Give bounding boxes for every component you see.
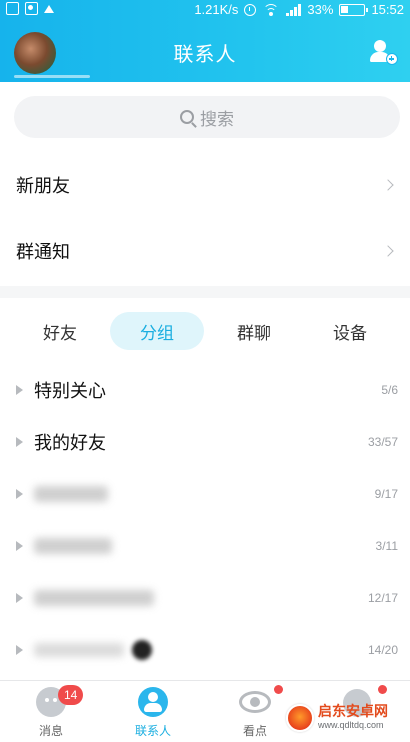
group-name-redacted [34,590,154,606]
group-name-redacted [34,486,108,502]
watermark-logo-icon [286,704,314,732]
tab-contacts[interactable]: 联系人 [102,681,204,742]
expand-arrow-icon [16,437,23,447]
avatar-underline [14,75,90,78]
contacts-list: 好友 分组 群聊 设备 特别关心 5/6 我的好友 33/57 9/17 3/1… [0,298,410,680]
group-count: 9/17 [374,487,398,501]
group-name-redacted [34,643,124,657]
notification-icon-2 [25,2,38,15]
watermark-en: www.qdltdq.com [318,719,384,730]
new-friends-row[interactable]: 新朋友 [0,152,410,218]
top-bar: 1.21K/s 33% 15:52 联系人 [0,0,410,82]
status-bar: 1.21K/s 33% 15:52 [0,0,410,20]
upload-icon [44,5,54,13]
group-row[interactable]: 特别关心 5/6 [0,364,410,416]
search-placeholder: 搜索 [200,109,234,130]
status-left [6,2,54,15]
eye-icon [239,691,271,713]
battery-icon [339,3,369,16]
chevron-right-icon [382,179,394,191]
top-section: 搜索 新朋友 群通知 [0,82,410,286]
unread-badge: 14 [58,685,84,705]
group-count: 12/17 [367,591,398,605]
alarm-icon [244,3,257,16]
tab-messages[interactable]: 14 消息 [0,681,102,742]
tab-label: 联系人 [134,724,171,738]
chevron-right-icon [382,245,394,257]
notification-dot [378,685,387,694]
expand-arrow-icon [16,489,23,499]
tab-group-chats[interactable]: 群聊 [208,312,300,350]
group-count: 14/20 [367,643,398,657]
wifi-icon [262,3,280,16]
search-input[interactable]: 搜索 [14,96,400,138]
row-label: 新朋友 [16,176,70,197]
group-row[interactable]: 9/17 [0,468,410,520]
group-count: 33/57 [367,435,398,449]
contacts-icon [138,687,168,717]
page-title: 联系人 [173,42,237,66]
watermark: 启东安卓网 www.qdltdq.com [286,700,406,736]
group-row[interactable]: 3/11 [0,520,410,572]
tab-groups[interactable]: 分组 [110,312,204,350]
notification-dot [274,685,283,694]
group-notice-row[interactable]: 群通知 [0,218,410,284]
group-count: 3/11 [375,539,398,553]
expand-arrow-icon [16,645,23,655]
add-contact-icon[interactable] [370,40,398,65]
notification-icon [6,2,19,15]
group-row[interactable]: 12/17 [0,572,410,624]
expand-arrow-icon [16,593,23,603]
battery-percent: 33% [307,2,334,17]
emoji-icon [132,640,152,660]
network-speed: 1.21K/s [194,2,239,17]
signal-icon [286,3,302,16]
group-count: 5/6 [381,383,398,397]
group-name: 我的好友 [34,433,106,454]
search-icon [180,110,194,124]
row-label: 群通知 [16,242,70,263]
group-row[interactable]: 我的好友 33/57 [0,416,410,468]
segment-tabs: 好友 分组 群聊 设备 [0,312,410,350]
tab-friends[interactable]: 好友 [14,312,106,350]
expand-arrow-icon [16,385,23,395]
watermark-cn: 启东安卓网 [318,704,388,721]
tab-label: 消息 [38,724,63,738]
expand-arrow-icon [16,541,23,551]
group-name-redacted [34,538,112,554]
tab-devices[interactable]: 设备 [304,312,396,350]
group-row[interactable]: 14/20 [0,624,410,676]
header: 联系人 [0,20,410,82]
clock: 15:52 [371,2,404,17]
group-name: 特别关心 [34,381,106,402]
status-right: 1.21K/s 33% 15:52 [194,2,404,17]
